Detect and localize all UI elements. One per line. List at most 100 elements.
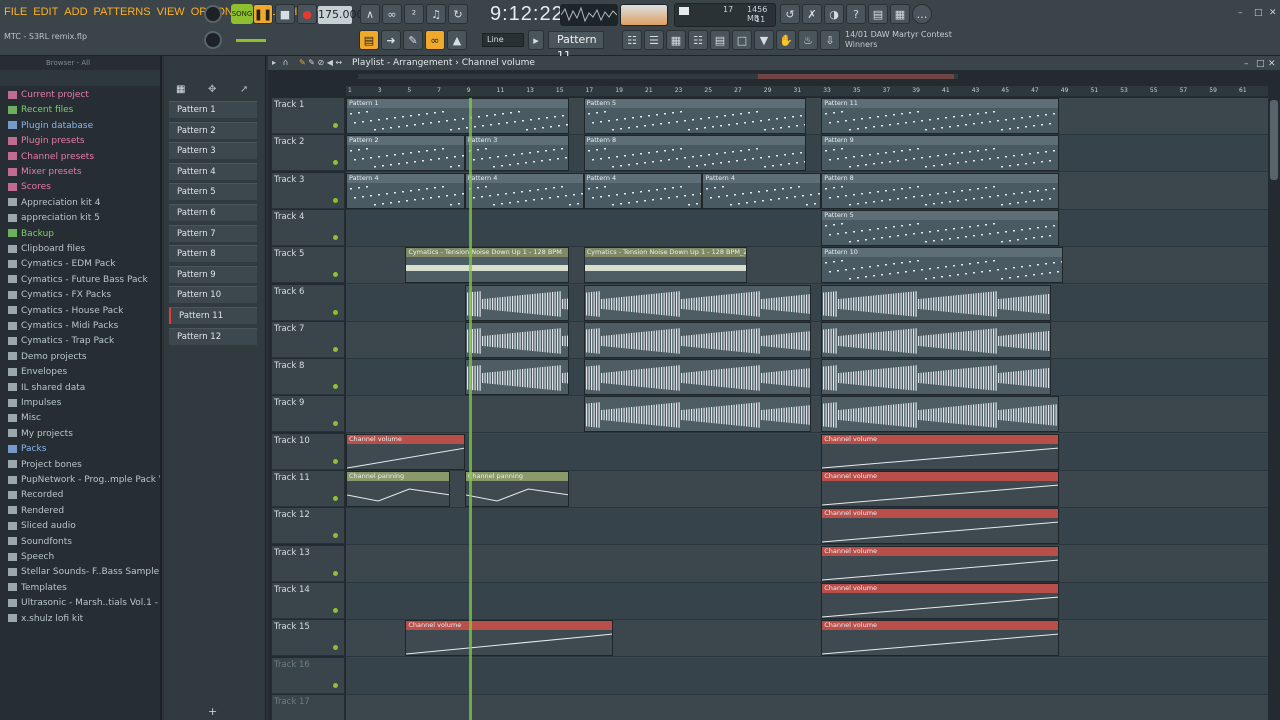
wave-clip[interactable] <box>583 359 811 396</box>
mute-tool-icon[interactable]: ◀ <box>327 58 333 67</box>
track-mute-led-icon[interactable] <box>333 533 338 539</box>
pattern-item[interactable]: Pattern 5 <box>169 183 257 201</box>
pattern-clip[interactable]: Pattern 10 <box>821 247 1064 284</box>
pattern-clip[interactable]: Pattern 8 <box>821 172 1059 209</box>
help-icon[interactable]: ? <box>846 4 866 24</box>
master-volume-slider[interactable] <box>236 39 266 42</box>
tools-icon[interactable]: ✗ <box>802 4 822 24</box>
browser-item[interactable]: Backup <box>8 227 160 241</box>
song-mode-toggle[interactable]: SONG <box>231 4 253 24</box>
master-pitch-knob[interactable] <box>204 31 222 49</box>
horizontal-scrollbar[interactable] <box>358 74 958 79</box>
track-mute-led-icon[interactable] <box>333 496 338 501</box>
volume-clip[interactable]: Channel volume <box>346 433 465 470</box>
track-mute-led-icon[interactable] <box>333 309 338 315</box>
pattern-item[interactable]: Pattern 2 <box>169 121 257 139</box>
arrangement-grid[interactable]: Pattern 1 Pattern 5 Pattern 11 Pattern 2 Pat… <box>346 98 1268 720</box>
stop-button[interactable]: ■ <box>275 4 295 24</box>
browser-item[interactable]: Channel presets <box>8 150 160 164</box>
browser-icon[interactable]: ▤ <box>710 30 730 50</box>
audio-clip[interactable]: Cymatics - Tension Noise Down Up 1 - 128… <box>405 247 569 284</box>
magnet-icon[interactable]: ∩ <box>283 58 289 67</box>
song-position-clock[interactable]: 9:12:22 <box>490 3 564 26</box>
track-lane[interactable] <box>346 657 1268 695</box>
maximize-icon[interactable]: □ <box>1254 8 1263 18</box>
track-mute-led-icon[interactable] <box>333 421 338 427</box>
playlist-snap-icon[interactable]: ▤ <box>359 30 379 50</box>
pattern-item[interactable]: Pattern 10 <box>169 286 257 304</box>
track-mute-led-icon[interactable] <box>333 272 338 278</box>
browser-item[interactable]: Mixer presets <box>8 165 160 179</box>
news-panel[interactable]: 14/01 DAW Martyr Contest Winners <box>845 30 952 50</box>
volume-clip[interactable]: Channel volume <box>821 508 1059 545</box>
scrollbar-thumb[interactable] <box>758 74 954 79</box>
playlist-minimize-icon[interactable]: – <box>1244 59 1249 69</box>
volume-clip[interactable]: Channel volume <box>821 471 1059 507</box>
pattern-item[interactable]: Pattern 6 <box>169 204 257 221</box>
undo-history-icon[interactable]: ↺ <box>780 4 800 24</box>
pattern-clip[interactable]: Pattern 4 <box>583 172 703 209</box>
wave-clip[interactable] <box>464 284 569 321</box>
pattern-clip[interactable]: Pattern 5 <box>821 209 1059 246</box>
pattern-selector[interactable]: Pattern 11 <box>548 31 604 62</box>
menu-view[interactable]: VIEW <box>157 6 185 18</box>
stamp-icon[interactable]: ▲ <box>447 30 467 50</box>
track-header[interactable]: Track 17 <box>272 694 344 720</box>
volume-clip[interactable]: Channel volume <box>405 620 614 657</box>
browser-item[interactable]: Impulses <box>8 396 160 410</box>
track-lane[interactable] <box>346 545 1268 583</box>
track-header[interactable]: Track 10 <box>272 433 344 470</box>
browser-item[interactable]: Cymatics - Trap Pack <box>8 334 160 348</box>
track-mute-led-icon[interactable] <box>333 682 338 688</box>
typing-keyboard-icon[interactable]: ♫ <box>426 4 446 24</box>
chat-icon[interactable]: … <box>912 4 932 24</box>
track-header[interactable]: Track 14 <box>272 582 344 619</box>
picker-pattern-icon[interactable]: ▦ <box>176 84 185 95</box>
menu-edit[interactable]: EDIT <box>33 6 58 18</box>
track-mute-led-icon[interactable] <box>333 645 338 651</box>
menu-patterns[interactable]: PATTERNS <box>94 6 151 18</box>
playlist-close-icon[interactable]: ✕ <box>1268 59 1276 69</box>
browser-item[interactable]: x.shulz lofi kit <box>8 612 160 626</box>
save-icon[interactable]: ▤ <box>868 4 888 24</box>
pattern-clip[interactable]: Pattern 5 <box>583 98 807 134</box>
browser-item[interactable]: Rendered <box>8 504 160 518</box>
picker-audio-icon[interactable]: ✥ <box>208 84 216 95</box>
panning-clip[interactable]: Channel panning <box>464 471 569 507</box>
pattern-clip[interactable]: Pattern 4 <box>346 172 465 209</box>
mixer-icon[interactable]: ☷ <box>688 30 708 50</box>
track-lane[interactable] <box>346 582 1268 620</box>
pattern-item[interactable]: Pattern 7 <box>169 224 257 242</box>
browser-item[interactable]: My projects <box>8 427 160 441</box>
browser-item[interactable]: IL shared data <box>8 381 160 395</box>
playlist-titlebar[interactable]: Playlist - Arrangement › Channel volume <box>268 56 1280 70</box>
track-header[interactable]: Track 3 <box>272 172 344 209</box>
wave-clip[interactable] <box>821 396 1059 433</box>
track-mute-led-icon[interactable] <box>333 384 338 390</box>
vertical-scrollbar[interactable] <box>1270 100 1278 180</box>
track-header[interactable]: Track 12 <box>272 508 344 545</box>
pattern-item[interactable]: Pattern 8 <box>169 245 257 263</box>
track-mute-led-icon[interactable] <box>333 197 338 203</box>
channel-rack-icon[interactable]: ▦ <box>666 30 686 50</box>
volume-clip[interactable]: Channel volume <box>821 620 1059 657</box>
browser-item[interactable]: Recent files <box>8 103 160 117</box>
browser-item[interactable]: Envelopes <box>8 365 160 379</box>
browser-tabs[interactable] <box>0 70 160 86</box>
track-mute-led-icon[interactable] <box>333 570 338 576</box>
browser-item[interactable]: Plugin database <box>8 119 160 133</box>
pause-button[interactable]: ❚❚ <box>253 4 273 24</box>
browser-item[interactable]: Cymatics - Midi Packs <box>8 319 160 333</box>
wave-clip[interactable] <box>583 321 811 358</box>
step-edit-icon[interactable]: ² <box>404 4 424 24</box>
draw-tool-icon[interactable]: ✎ <box>299 58 306 67</box>
browser-item[interactable]: Cymatics - Future Bass Pack <box>8 273 160 287</box>
browser-item[interactable]: Recorded <box>8 488 160 502</box>
browser-item[interactable]: appreciation kit 5 <box>8 211 160 225</box>
volume-clip[interactable]: Channel volume <box>821 582 1059 619</box>
browser-item[interactable]: Scores <box>8 180 160 194</box>
playhead[interactable] <box>469 98 473 720</box>
arrow-right-icon[interactable]: ➜ <box>381 30 401 50</box>
delete-tool-icon[interactable]: ⊘ <box>317 58 324 67</box>
plugin-picker-icon[interactable]: ▦ <box>890 4 910 24</box>
